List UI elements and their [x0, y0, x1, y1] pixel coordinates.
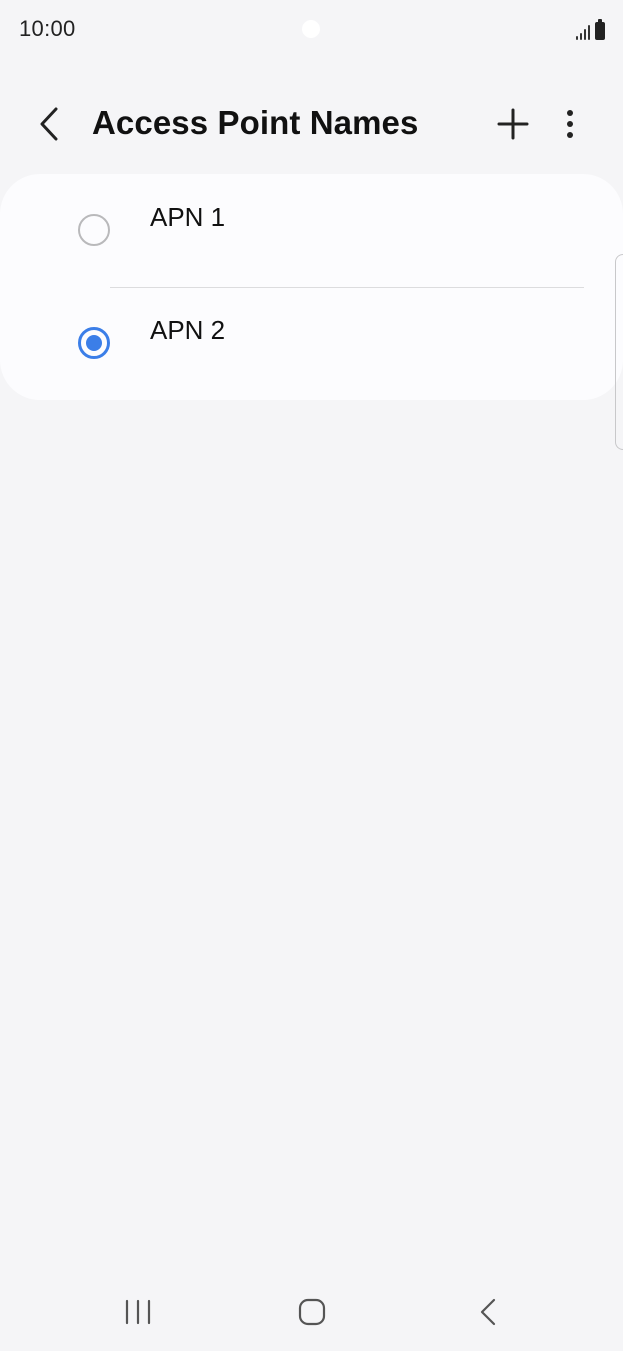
radio-dot: [86, 335, 102, 351]
battery-icon: [595, 19, 605, 40]
chevron-left-icon: [40, 107, 58, 141]
apn-item-label: APN 1: [150, 202, 226, 232]
recents-icon: [125, 1299, 151, 1325]
navigation-bar: [0, 1280, 623, 1346]
back-icon: [480, 1298, 496, 1326]
recents-button[interactable]: [112, 1290, 164, 1334]
home-icon: [298, 1298, 326, 1326]
signal-icon: [576, 24, 590, 40]
radio-checked-icon[interactable]: [78, 327, 110, 359]
more-options-button[interactable]: [550, 102, 590, 146]
apn-item-1[interactable]: APN 1: [0, 174, 623, 287]
nav-back-button[interactable]: [462, 1290, 514, 1334]
apn-list-card: APN 1 APN 2: [0, 174, 623, 400]
apn-item-label: APN 2: [150, 315, 226, 345]
page-title: Access Point Names: [92, 104, 419, 141]
status-bar: 10:00: [0, 0, 623, 58]
camera-cutout: [302, 20, 320, 38]
scroll-indicator[interactable]: [615, 254, 623, 450]
back-button[interactable]: [30, 102, 70, 146]
status-icons: [576, 18, 605, 40]
plus-icon: [497, 108, 529, 140]
apn-item-2[interactable]: APN 2: [0, 287, 623, 400]
add-apn-button[interactable]: [491, 102, 535, 146]
radio-unchecked-icon[interactable]: [78, 214, 110, 246]
more-vertical-icon: [567, 110, 573, 138]
app-bar: Access Point Names: [0, 90, 623, 156]
status-time: 10:00: [19, 16, 76, 41]
home-button[interactable]: [286, 1290, 338, 1334]
